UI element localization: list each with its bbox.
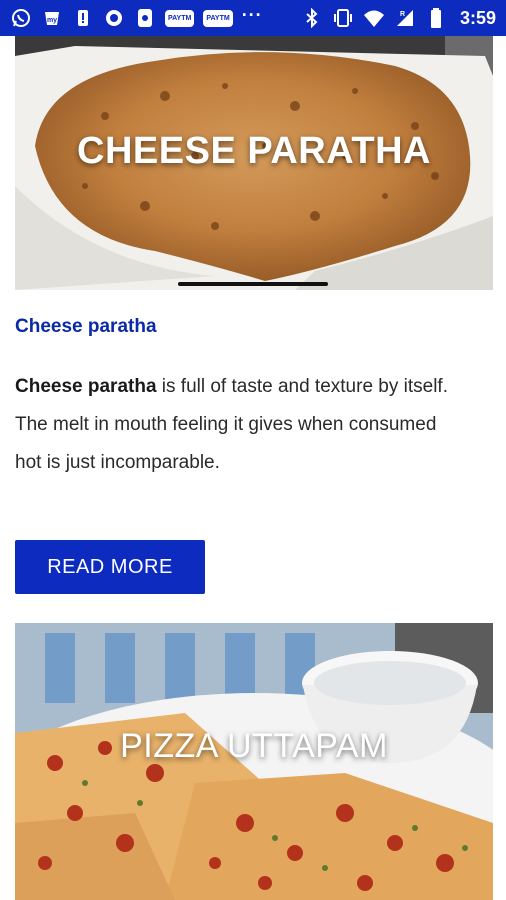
cheese-paratha-description: Cheese paratha is full of taste and text… — [15, 368, 465, 482]
bluetooth-icon — [301, 7, 323, 29]
paytm-icon: PAYTM — [165, 9, 195, 27]
read-more-button[interactable]: READ MORE — [15, 540, 205, 594]
notification-icons: my PAYTM PAYTM ··· — [10, 4, 263, 29]
svg-text:R: R — [400, 11, 405, 18]
recipe-feed[interactable]: CHEESE PARATHA Cheese paratha Cheese par… — [0, 36, 506, 900]
system-icons: R 3:59 — [301, 7, 496, 29]
battery-icon — [425, 7, 447, 29]
cheese-paratha-link[interactable]: Cheese paratha — [15, 316, 157, 338]
status-bar: my PAYTM PAYTM ··· R 3:59 — [0, 0, 506, 36]
signal-icon: R — [394, 7, 416, 29]
wifi-icon — [363, 7, 385, 29]
cheese-paratha-image[interactable]: CHEESE PARATHA — [15, 36, 493, 290]
pizza-uttapam-overlay-title: PIZZA UTTAPAM — [120, 727, 388, 765]
whatsapp-icon — [10, 7, 32, 29]
vibrate-icon — [332, 7, 354, 29]
paytm-icon: PAYTM — [203, 9, 233, 27]
description-bold-title: Cheese paratha — [15, 376, 157, 397]
phone-app-icon — [134, 7, 156, 29]
clock: 3:59 — [459, 7, 496, 28]
more-notifications-icon: ··· — [241, 4, 263, 25]
app-icon: my — [41, 7, 63, 29]
alert-icon — [72, 7, 94, 29]
pizza-uttapam-image[interactable]: PIZZA UTTAPAM — [15, 623, 493, 900]
svg-text:my: my — [47, 17, 57, 24]
image-scroll-indicator — [178, 282, 328, 286]
circle-icon — [103, 7, 125, 29]
cheese-paratha-overlay-title: CHEESE PARATHA — [77, 130, 431, 172]
